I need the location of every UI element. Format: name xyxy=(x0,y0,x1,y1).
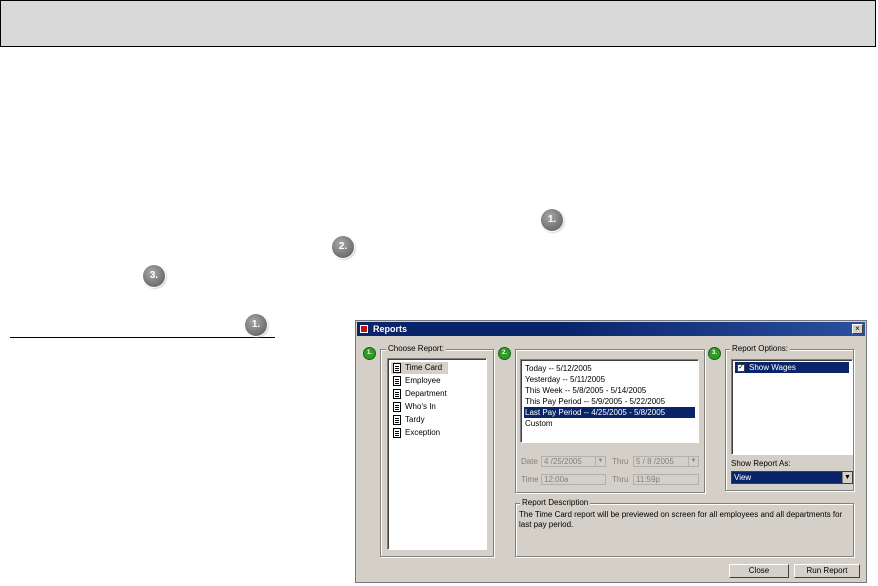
report-icon xyxy=(393,363,401,373)
thru-time-label: Thru xyxy=(612,475,629,484)
range-item-last-pay-period[interactable]: Last Pay Period -- 4/25/2005 - 5/8/2005 xyxy=(524,407,695,418)
chevron-down-icon[interactable]: ▼ xyxy=(688,457,698,466)
green-step-3-badge: 3. xyxy=(708,347,721,360)
date-label: Date xyxy=(521,457,538,466)
range-item-yesterday[interactable]: Yesterday -- 5/11/2005 xyxy=(524,374,695,385)
dialog-titlebar[interactable]: Reports × xyxy=(357,322,865,336)
step-2-badge: 2. xyxy=(332,236,354,258)
report-item-department[interactable]: Department xyxy=(391,388,453,400)
reports-app-icon xyxy=(360,325,368,333)
dialog-title: Reports xyxy=(373,324,408,334)
range-item-this-pay-period[interactable]: This Pay Period -- 5/9/2005 - 5/22/2005 xyxy=(524,396,695,407)
chevron-down-icon[interactable]: ▼ xyxy=(595,457,605,466)
option-show-wages[interactable]: ✓ Show Wages xyxy=(735,362,849,373)
date-field[interactable]: 4 /25/2005 ▼ xyxy=(541,456,606,467)
heading-underline xyxy=(10,337,275,338)
choose-report-label: Choose Report: xyxy=(386,344,447,353)
thru-date-field[interactable]: 5 / 8 /2005 ▼ xyxy=(633,456,699,467)
header-bar xyxy=(0,0,876,47)
time-field[interactable]: 12:00a xyxy=(541,474,606,485)
chevron-down-icon[interactable]: ▼ xyxy=(842,472,852,483)
report-options-list[interactable]: ✓ Show Wages xyxy=(731,359,853,455)
report-description-label: Report Description xyxy=(520,498,591,507)
report-type-list[interactable]: Time Card Employee Department Who's In T… xyxy=(387,358,487,550)
range-item-this-week[interactable]: This Week -- 5/8/2005 - 5/14/2005 xyxy=(524,385,695,396)
report-icon xyxy=(393,376,401,386)
range-item-today[interactable]: Today -- 5/12/2005 xyxy=(524,363,695,374)
close-button[interactable]: Close xyxy=(729,564,789,578)
green-step-2-badge: 2. xyxy=(498,347,511,360)
report-item-employee[interactable]: Employee xyxy=(391,375,447,387)
thru-time-field[interactable]: 11:59p xyxy=(633,474,699,485)
green-step-1-badge: 1. xyxy=(363,347,376,360)
report-icon xyxy=(393,402,401,412)
report-item-time-card[interactable]: Time Card xyxy=(391,362,449,374)
show-report-as-label: Show Report As: xyxy=(731,459,791,468)
report-icon xyxy=(393,415,401,425)
thru-date-label: Thru xyxy=(612,457,629,466)
report-item-whos-in[interactable]: Who's In xyxy=(391,401,442,413)
run-report-button[interactable]: Run Report xyxy=(794,564,860,578)
step-3-badge: 3. xyxy=(143,265,165,287)
step-1-badge: 1. xyxy=(541,209,563,231)
report-item-tardy[interactable]: Tardy xyxy=(391,414,431,426)
report-options-label: Report Options: xyxy=(730,344,791,353)
checkbox-checked-icon[interactable]: ✓ xyxy=(737,364,745,372)
time-label: Time xyxy=(521,475,539,484)
range-item-custom[interactable]: Custom xyxy=(524,418,695,429)
show-report-as-select[interactable]: View ▼ xyxy=(731,471,853,484)
heading-step-1-badge: 1. xyxy=(245,314,267,336)
close-icon[interactable]: × xyxy=(852,324,863,334)
report-description-text: The Time Card report will be previewed o… xyxy=(519,510,843,529)
report-icon xyxy=(393,389,401,399)
report-item-exception[interactable]: Exception xyxy=(391,427,446,439)
reports-dialog: Reports × 1. Choose Report: Time Card Em… xyxy=(355,320,867,583)
report-icon xyxy=(393,428,401,438)
date-range-list[interactable]: Today -- 5/12/2005 Yesterday -- 5/11/200… xyxy=(520,359,699,443)
